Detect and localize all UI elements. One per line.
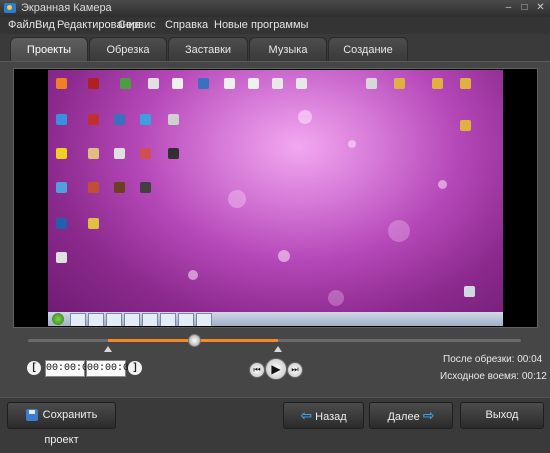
trim-start-field[interactable]: 00:00:02 [45,360,94,377]
app-camera-icon [4,3,16,13]
next-button[interactable]: Далее ⇨ [369,402,453,429]
after-trim-duration: После обрезки: 00:04 [443,354,543,365]
maximize-button[interactable]: □ [518,2,531,14]
tab-projects[interactable]: Проекты [10,37,88,62]
save-project-label: Сохранить проект [42,409,98,446]
tab-trim[interactable]: Обрезка [89,37,167,62]
next-icon[interactable]: ⏭ [287,362,303,378]
trim-end-marker[interactable] [274,346,282,352]
save-project-button[interactable]: Сохранить проект [7,402,116,446]
arrow-right-icon: ⇨ [422,407,435,423]
tab-create-video[interactable]: Создание видео [328,37,408,80]
tab-bar: Проекты Обрезка Заставки Музыка Создание… [0,35,550,80]
tab-intros[interactable]: Заставки [168,37,248,62]
save-disk-icon [25,409,38,422]
next-label: Далее [387,411,420,423]
close-button[interactable]: ✕ [534,2,547,14]
trim-end-field[interactable]: 00:00:06 [86,360,135,377]
main-panel: [ 00:00:02 00:00:06 ] ⏮ ▶ ⏭ После обрезк… [0,61,550,398]
minimize-button[interactable]: – [502,2,515,14]
menu-bar: Файл Вид Редактирование Сервис Справка Н… [0,17,550,34]
start-orb-icon [52,313,64,325]
bottom-bar: Сохранить проект ⇦ Назад Далее ⇨ Выход [0,397,550,446]
menu-file[interactable]: Файл [8,19,35,31]
menu-help[interactable]: Справка [165,19,208,31]
menu-view[interactable]: Вид [35,19,55,31]
play-icon[interactable]: ▶ [265,358,287,380]
video-preview[interactable] [13,68,538,328]
back-label: Назад [315,411,347,423]
menu-service[interactable]: Сервис [118,19,156,31]
previous-icon[interactable]: ⏮ [249,362,265,378]
original-duration: Исходное воемя: 00:12 [440,371,547,382]
title-bar: Экранная Камера – □ ✕ [0,0,550,18]
recorded-desktop-image [48,70,503,326]
playhead-handle[interactable] [188,334,201,347]
trim-start-marker[interactable] [104,346,112,352]
menu-new-programs[interactable]: Новые программы [214,19,308,31]
set-end-bracket-button[interactable]: ] [128,361,142,375]
exit-button[interactable]: Выход [460,402,544,429]
back-button[interactable]: ⇦ Назад [283,402,364,429]
arrow-left-icon: ⇦ [300,407,313,423]
tab-music[interactable]: Музыка [249,37,327,62]
window-title: Экранная Камера [21,2,112,14]
set-start-bracket-button[interactable]: [ [27,361,41,375]
windows-taskbar [48,312,503,326]
